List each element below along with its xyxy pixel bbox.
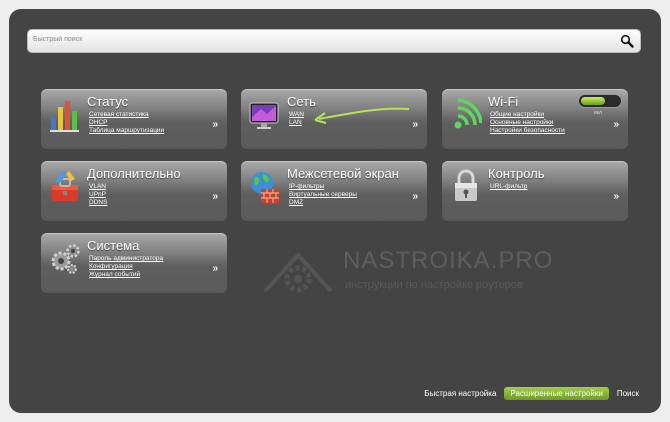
link-security-settings[interactable]: Настройки безопасности: [490, 127, 565, 135]
expand-arrow[interactable]: »: [613, 191, 619, 202]
search-input[interactable]: [33, 32, 613, 46]
advanced-settings-button[interactable]: Расширенные настройки: [504, 387, 609, 400]
link-event-log[interactable]: Журнал событий: [89, 271, 163, 279]
toggle-state-label: вкл: [594, 110, 602, 116]
watermark: NASTROIKA.PRO инструкции по настройке ро…: [257, 241, 557, 301]
link-wan[interactable]: WAN: [289, 111, 304, 119]
tile-network[interactable]: Сеть WAN LAN »: [241, 89, 427, 149]
search-link[interactable]: Поиск: [617, 389, 639, 398]
network-monitor-icon: [249, 102, 279, 129]
link-lan[interactable]: LAN: [289, 119, 304, 127]
link-virtual-servers[interactable]: Виртуальные серверы: [289, 191, 357, 199]
annotation-arrow: [314, 107, 410, 124]
tile-wifi[interactable]: Wi-Fi вкл Общие настройки Основные настр…: [442, 89, 628, 149]
link-vlan[interactable]: VLAN: [89, 183, 107, 191]
main-panel: Статус Сетевая статистика DHCP Таблица м…: [9, 9, 661, 413]
link-routing-table[interactable]: Таблица маршрутизации: [89, 127, 164, 135]
wifi-icon: [454, 98, 482, 129]
tile-control[interactable]: Контроль URL-фильтр »: [442, 161, 628, 221]
wifi-toggle[interactable]: [578, 94, 622, 108]
tile-title: Статус: [87, 94, 129, 109]
watermark-subtitle: инструкции по настройке роутеров: [345, 279, 523, 291]
expand-arrow[interactable]: »: [412, 191, 418, 202]
expand-arrow[interactable]: »: [212, 119, 218, 130]
padlock-icon: [455, 169, 477, 201]
quick-setup-link[interactable]: Быстрая настройка: [424, 389, 496, 398]
link-ip-filters[interactable]: IP-фильтры: [289, 183, 357, 191]
link-admin-password[interactable]: Пароль администратора: [89, 255, 163, 263]
link-ddns[interactable]: DDNS: [89, 199, 107, 207]
expand-arrow[interactable]: »: [613, 119, 619, 130]
tile-advanced[interactable]: Дополнительно VLAN UPnP DDNS »: [41, 161, 227, 221]
status-chart-icon: [50, 101, 79, 132]
toggle-knob: [581, 97, 605, 105]
gears-icon: [51, 244, 80, 274]
link-general-settings[interactable]: Общие настройки: [490, 111, 565, 119]
search-icon[interactable]: [620, 34, 634, 48]
link-configuration[interactable]: Конфигурация: [89, 263, 163, 271]
tile-status[interactable]: Статус Сетевая статистика DHCP Таблица м…: [41, 89, 227, 149]
tile-title: Система: [87, 238, 140, 253]
tile-firewall[interactable]: Межсетевой экран IP-фильтры Виртуальные …: [241, 161, 427, 221]
expand-arrow[interactable]: »: [212, 263, 218, 274]
link-upnp[interactable]: UPnP: [89, 191, 107, 199]
link-network-stats[interactable]: Сетевая статистика: [89, 111, 164, 119]
gear-logo-icon: [263, 252, 333, 293]
link-dhcp[interactable]: DHCP: [89, 119, 164, 127]
firewall-globe-icon: [251, 172, 279, 203]
quick-search-bar[interactable]: [27, 29, 641, 53]
expand-arrow[interactable]: »: [412, 119, 418, 130]
expand-arrow[interactable]: »: [212, 191, 218, 202]
link-dmz[interactable]: DMZ: [289, 199, 357, 207]
toolbox-icon: [52, 171, 78, 201]
footer-nav: Быстрая настройка Расширенные настройки …: [424, 387, 639, 400]
tile-title: Межсетевой экран: [287, 166, 399, 181]
watermark-brand: NASTROIKA.PRO: [343, 247, 554, 274]
tile-title: Контроль: [488, 166, 545, 181]
tile-title: Дополнительно: [87, 166, 181, 181]
link-basic-settings[interactable]: Основные настройки: [490, 119, 565, 127]
tile-title: Wi-Fi: [488, 94, 519, 109]
tile-system[interactable]: Система Пароль администратора Конфигурац…: [41, 233, 227, 293]
link-url-filter[interactable]: URL-фильтр: [490, 183, 527, 191]
